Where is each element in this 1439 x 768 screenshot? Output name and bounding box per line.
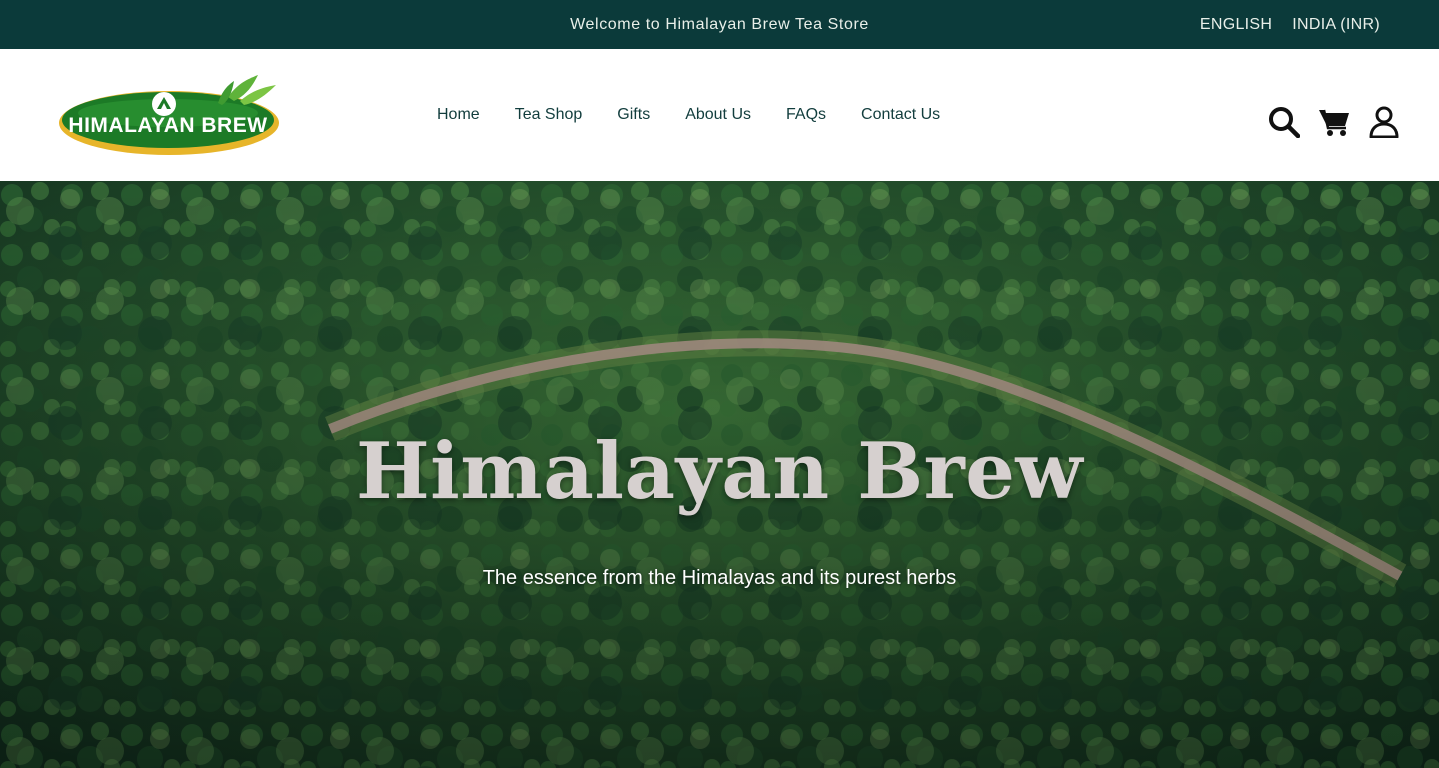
region-selector[interactable]: INDIA (INR) bbox=[1292, 16, 1380, 34]
nav-about-us[interactable]: About Us bbox=[685, 106, 751, 124]
nav-contact-us[interactable]: Contact Us bbox=[861, 106, 940, 124]
locale-switcher: ENGLISH INDIA (INR) bbox=[1200, 0, 1380, 49]
announcement-bar: Welcome to Himalayan Brew Tea Store ENGL… bbox=[0, 0, 1439, 49]
header-actions bbox=[1267, 105, 1401, 139]
main-nav: Home Tea Shop Gifts About Us FAQs Contac… bbox=[437, 49, 940, 181]
logo-text: HIMALAYAN BREW bbox=[68, 114, 267, 137]
brand-logo[interactable]: HIMALAYAN BREW bbox=[58, 73, 284, 157]
hero-title: Himalayan Brew bbox=[355, 426, 1084, 517]
search-icon[interactable] bbox=[1267, 105, 1301, 139]
language-selector[interactable]: ENGLISH bbox=[1200, 16, 1272, 34]
account-icon[interactable] bbox=[1367, 105, 1401, 139]
nav-faqs[interactable]: FAQs bbox=[786, 106, 826, 124]
nav-gifts[interactable]: Gifts bbox=[617, 106, 650, 124]
hero-banner: Himalayan Brew The essence from the Hima… bbox=[0, 181, 1439, 768]
cart-icon[interactable] bbox=[1317, 105, 1351, 139]
nav-home[interactable]: Home bbox=[437, 106, 480, 124]
site-header: HIMALAYAN BREW Home Tea Shop Gifts About… bbox=[0, 49, 1439, 181]
nav-tea-shop[interactable]: Tea Shop bbox=[515, 106, 583, 124]
hero-subtitle: The essence from the Himalayas and its p… bbox=[482, 567, 957, 589]
